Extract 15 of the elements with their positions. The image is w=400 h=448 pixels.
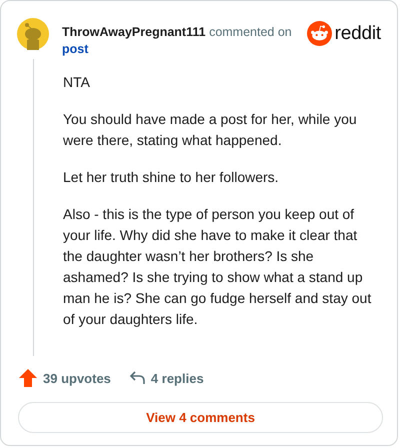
reddit-logo-icon xyxy=(306,21,332,46)
reply-arrow-icon[interactable] xyxy=(128,370,146,386)
comment-paragraph: Let her truth shine to her followers. xyxy=(63,168,280,187)
reply-count: 4 replies xyxy=(150,370,204,386)
post-link[interactable]: post xyxy=(62,41,88,58)
action-text: commented on xyxy=(209,25,292,39)
comment-paragraph: Also - this is the type of person you keep out of your life. Why did she have to make it clear that the daughter wasn’t her brothers? Is she ashamed? Is she trying to show what a stand up man he is? She can go fudge herself and stay out of your daughters life. xyxy=(63,205,372,329)
brand-name: reddit xyxy=(334,22,381,44)
upvote-count: 39 upvotes xyxy=(43,370,111,386)
comment-paragraph: You should have made a post for her, while you were there, stating what happened. xyxy=(63,110,358,150)
upvote-arrow-icon[interactable] xyxy=(18,368,38,388)
avatar-icon xyxy=(17,18,49,50)
comment-paragraph: NTA xyxy=(63,73,91,92)
view-comments-button[interactable]: View 4 comments xyxy=(18,402,383,433)
author-name[interactable]: ThrowAwayPregnant111 xyxy=(62,25,206,39)
